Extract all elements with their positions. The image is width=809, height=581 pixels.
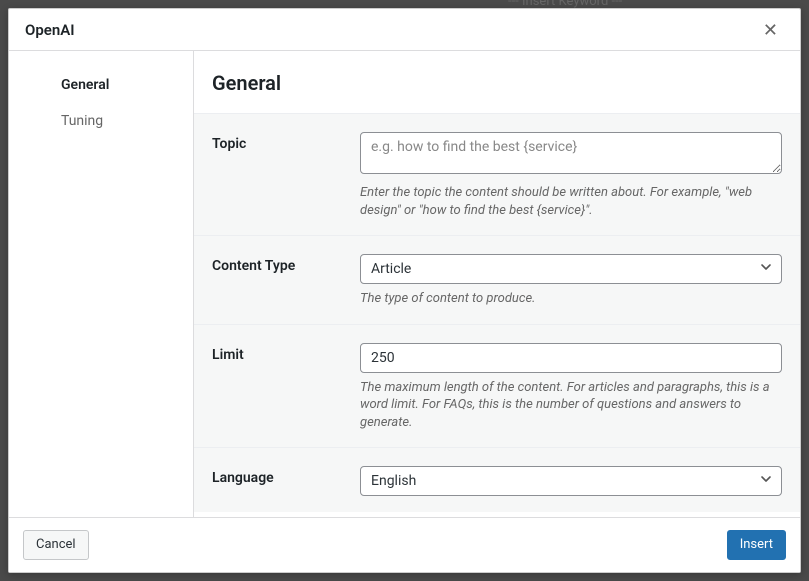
field-label-topic: Topic bbox=[212, 132, 342, 219]
modal-footer: Cancel Insert bbox=[9, 517, 800, 572]
sidebar-item-tuning[interactable]: Tuning bbox=[9, 103, 193, 139]
language-select[interactable]: English bbox=[360, 466, 782, 496]
limit-input[interactable] bbox=[360, 343, 782, 373]
field-label-limit: Limit bbox=[212, 343, 342, 432]
cancel-button[interactable]: Cancel bbox=[23, 530, 89, 560]
content-panel: General Topic Enter the topic the conten… bbox=[194, 51, 800, 517]
sidebar-item-label: General bbox=[61, 77, 109, 93]
openai-modal: OpenAI ✕ General Tuning General Topic En… bbox=[8, 8, 801, 573]
limit-help: The maximum length of the content. For a… bbox=[360, 379, 782, 432]
topic-help: Enter the topic the content should be wr… bbox=[360, 184, 782, 219]
section-title: General bbox=[194, 51, 800, 114]
content-type-help: The type of content to produce. bbox=[360, 290, 782, 308]
sidebar: General Tuning bbox=[9, 51, 194, 517]
field-label-language: Language bbox=[212, 466, 342, 496]
field-language: Language English bbox=[194, 448, 800, 512]
sidebar-item-label: Tuning bbox=[61, 113, 103, 129]
modal-header: OpenAI ✕ bbox=[9, 9, 800, 51]
field-content-type: Content Type Article The type of content… bbox=[194, 236, 800, 325]
content-type-select[interactable]: Article bbox=[360, 254, 782, 284]
close-icon: ✕ bbox=[763, 20, 778, 40]
sidebar-item-general[interactable]: General bbox=[9, 67, 193, 103]
modal-body: General Tuning General Topic Enter the t… bbox=[9, 51, 800, 517]
insert-button[interactable]: Insert bbox=[727, 530, 786, 560]
close-button[interactable]: ✕ bbox=[757, 17, 784, 43]
topic-input[interactable] bbox=[360, 132, 782, 174]
field-topic: Topic Enter the topic the content should… bbox=[194, 114, 800, 236]
field-label-content-type: Content Type bbox=[212, 254, 342, 308]
modal-title: OpenAI bbox=[25, 21, 75, 39]
field-limit: Limit The maximum length of the content.… bbox=[194, 325, 800, 449]
